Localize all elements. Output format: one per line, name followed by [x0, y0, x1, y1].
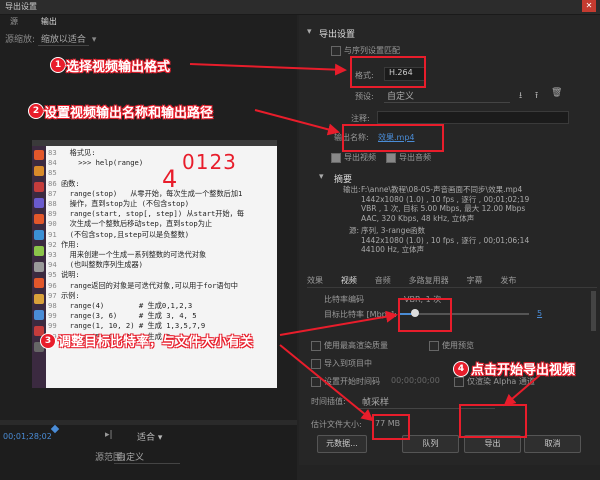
arrow-2: [254, 109, 340, 136]
arrow-3: [279, 310, 398, 336]
annotation-arrows: [189, 63, 541, 422]
arrow-4: [503, 374, 541, 407]
arrow-1: [189, 63, 347, 76]
arrow-3b: [279, 344, 374, 422]
